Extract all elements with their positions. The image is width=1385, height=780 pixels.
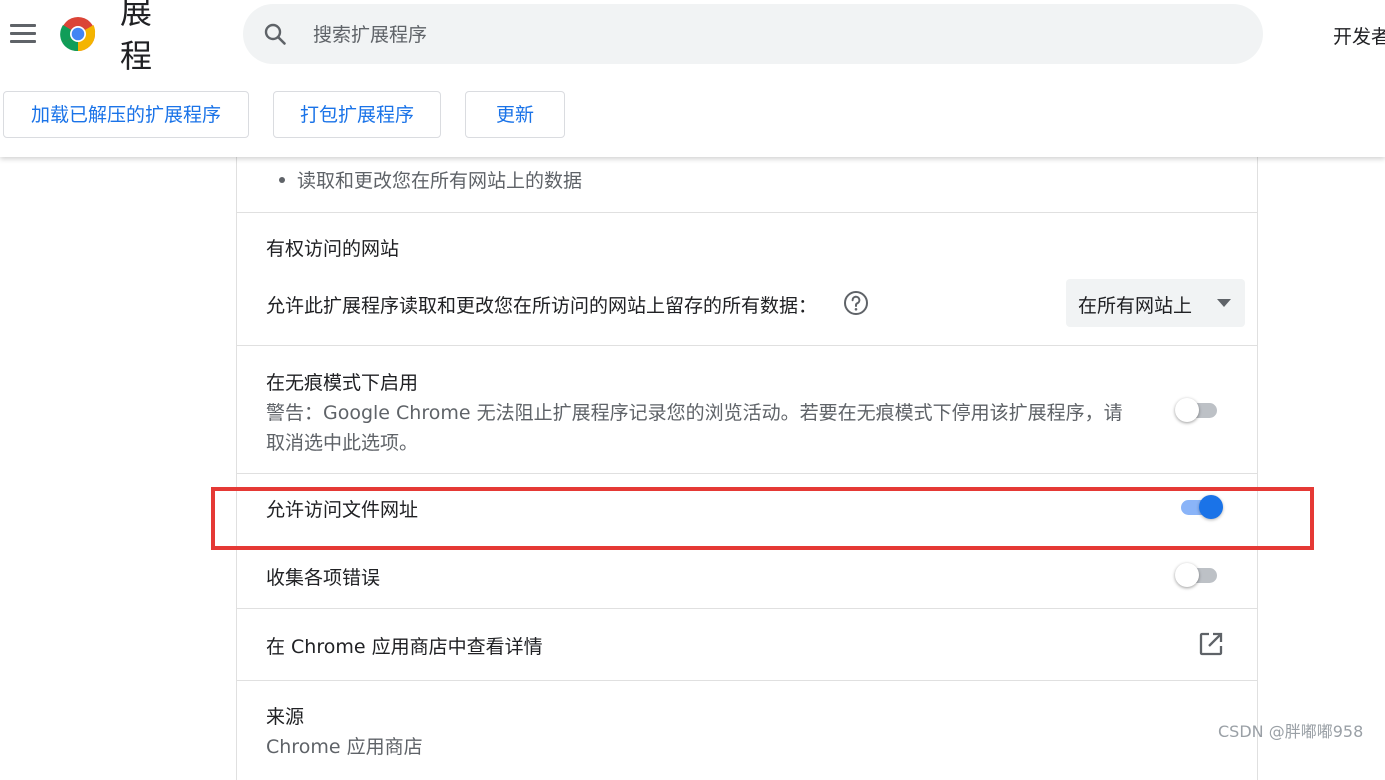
chrome-logo-icon [60,17,96,52]
collect-errors-title: 收集各项错误 [266,567,381,589]
source-title: 来源 [266,706,305,728]
toolbar-header: 展 程 开发者 加载已解压的扩展程序 打包扩展程序 更新 [0,0,1385,157]
divider [237,473,1257,474]
open-in-new-icon[interactable] [1197,630,1225,658]
search-box[interactable] [243,4,1263,66]
incognito-title: 在无痕模式下启用 [266,372,419,394]
collect-errors-toggle[interactable] [1175,561,1223,589]
developer-mode-label[interactable]: 开发者 [1333,22,1385,49]
site-access-dropdown[interactable]: 在所有网站上 [1066,279,1245,327]
chevron-down-icon [1217,299,1231,307]
file-urls-toggle[interactable] [1177,493,1225,521]
search-input[interactable] [311,4,1215,66]
divider [237,212,1257,213]
store-link-title[interactable]: 在 Chrome 应用商店中查看详情 [266,632,543,659]
site-access-title: 有权访问的网站 [266,238,400,260]
source-value: Chrome 应用商店 [266,736,423,758]
incognito-toggle[interactable] [1175,396,1223,424]
search-icon [264,23,286,45]
site-access-description: 允许此扩展程序读取和更改您在所访问的网站上留存的所有数据： [266,295,818,317]
load-unpacked-button[interactable]: 加载已解压的扩展程序 [3,91,249,138]
page-title-line2: 程 [120,37,153,75]
page-title-line1: 展 [120,0,153,31]
incognito-warning-line2: 取消选中此选项。 [266,432,419,454]
permission-item: 读取和更改您在所有网站上的数据 [297,170,583,192]
site-access-dropdown-value: 在所有网站上 [1078,295,1193,317]
file-urls-title: 允许访问文件网址 [266,499,419,521]
update-button[interactable]: 更新 [465,91,565,138]
extension-details-card: 读取和更改您在所有网站上的数据 有权访问的网站 允许此扩展程序读取和更改您在所访… [236,140,1258,780]
watermark: CSDN @胖嘟嘟958 [1218,722,1364,741]
bullet-dot [279,177,285,183]
divider [237,608,1257,609]
pack-extension-button[interactable]: 打包扩展程序 [273,91,441,138]
incognito-warning-line1: 警告：Google Chrome 无法阻止扩展程序记录您的浏览活动。若要在无痕模… [266,402,1123,424]
divider [237,345,1257,346]
help-icon[interactable] [843,290,869,316]
divider [237,680,1257,681]
hamburger-menu-icon[interactable] [10,24,36,44]
